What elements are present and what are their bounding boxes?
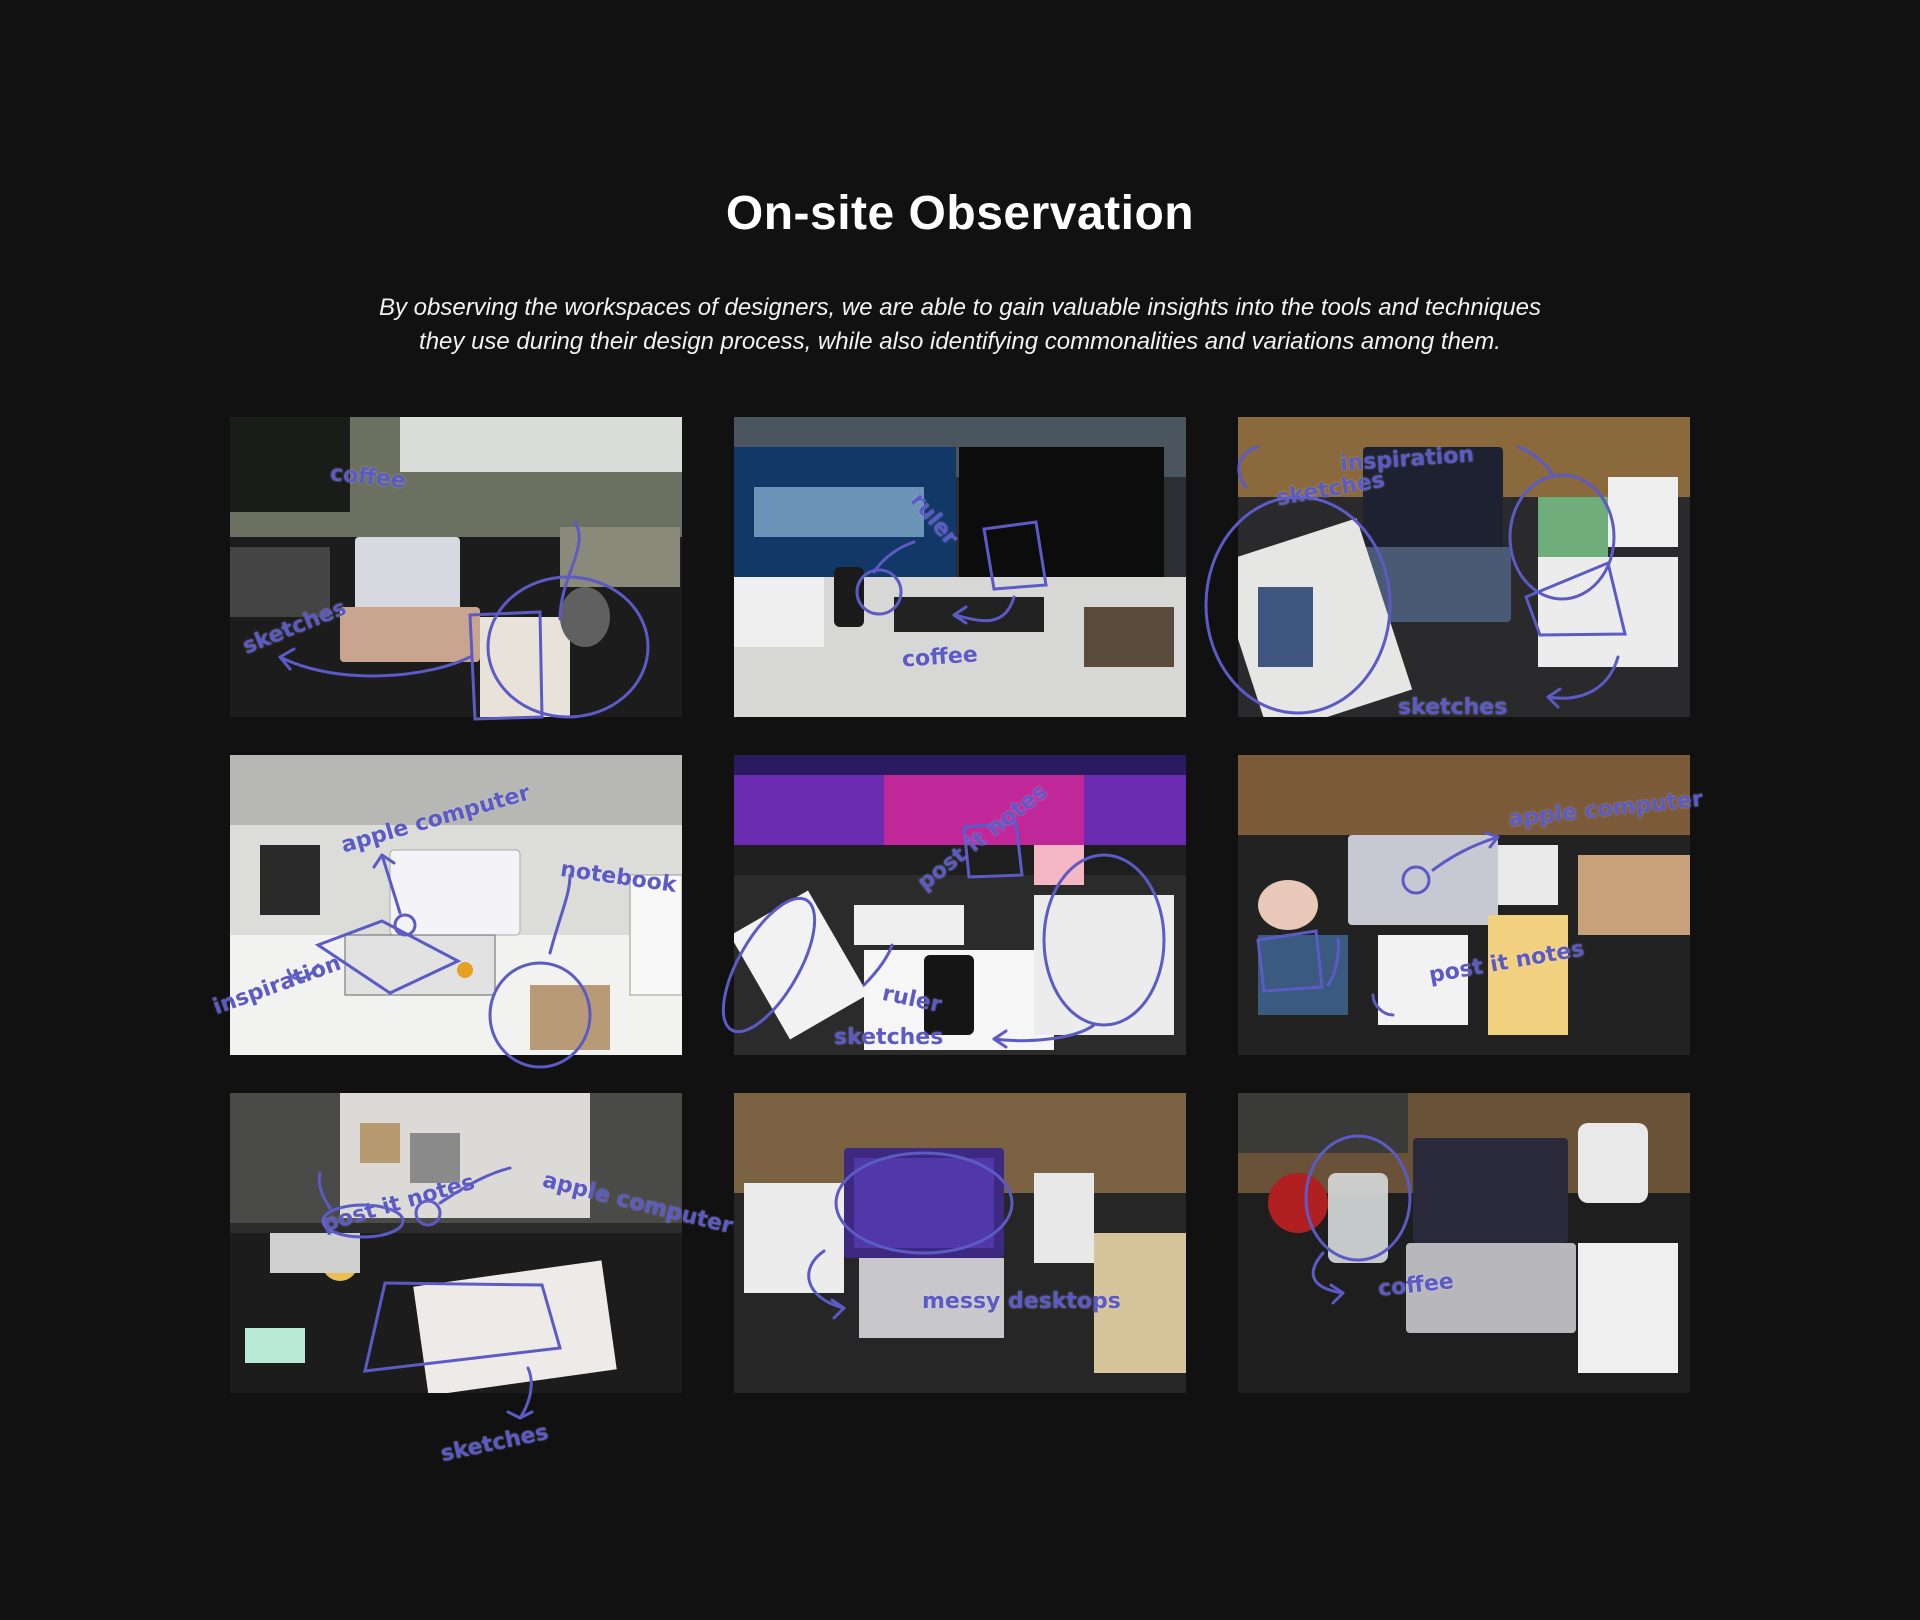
annotation-label-sketches: sketches — [438, 1419, 551, 1468]
workspace-photo-1: coffee sketches — [230, 417, 682, 721]
workspace-photo-6: apple computer post it notes — [1238, 755, 1704, 1055]
workspace-photo-2: ruler coffee — [734, 417, 1186, 717]
workspace-photo-9-image — [1238, 1093, 1690, 1393]
workspace-photo-7-image — [230, 1093, 682, 1393]
workspace-photo-5: post it notes ruler sketches — [721, 755, 1186, 1055]
workspace-photo-2-image — [734, 417, 1186, 717]
workspace-photo-5-image — [734, 755, 1186, 1055]
photo-grid: coffee sketches ruler coffee sketches in… — [0, 0, 1920, 1620]
annotation-label-coffee: coffee — [901, 642, 979, 673]
workspace-photo-4: apple computer notebook inspiration — [210, 755, 682, 1069]
annotation-label-messy-desktops: messy desktops — [922, 1289, 1121, 1314]
workspace-photo-7: post it notes apple computer sketches — [230, 1093, 735, 1467]
workspace-photo-8: messy desktops — [734, 1093, 1186, 1393]
annotation-label-sketches: sketches — [1398, 695, 1508, 720]
workspace-photo-8-image — [734, 1093, 1186, 1393]
workspace-photo-9: coffee — [1238, 1093, 1690, 1393]
annotation-label-sketches: sketches — [834, 1025, 944, 1050]
workspace-photo-3: sketches inspiration sketches — [1204, 417, 1690, 720]
workspace-photo-1-image — [230, 417, 682, 717]
